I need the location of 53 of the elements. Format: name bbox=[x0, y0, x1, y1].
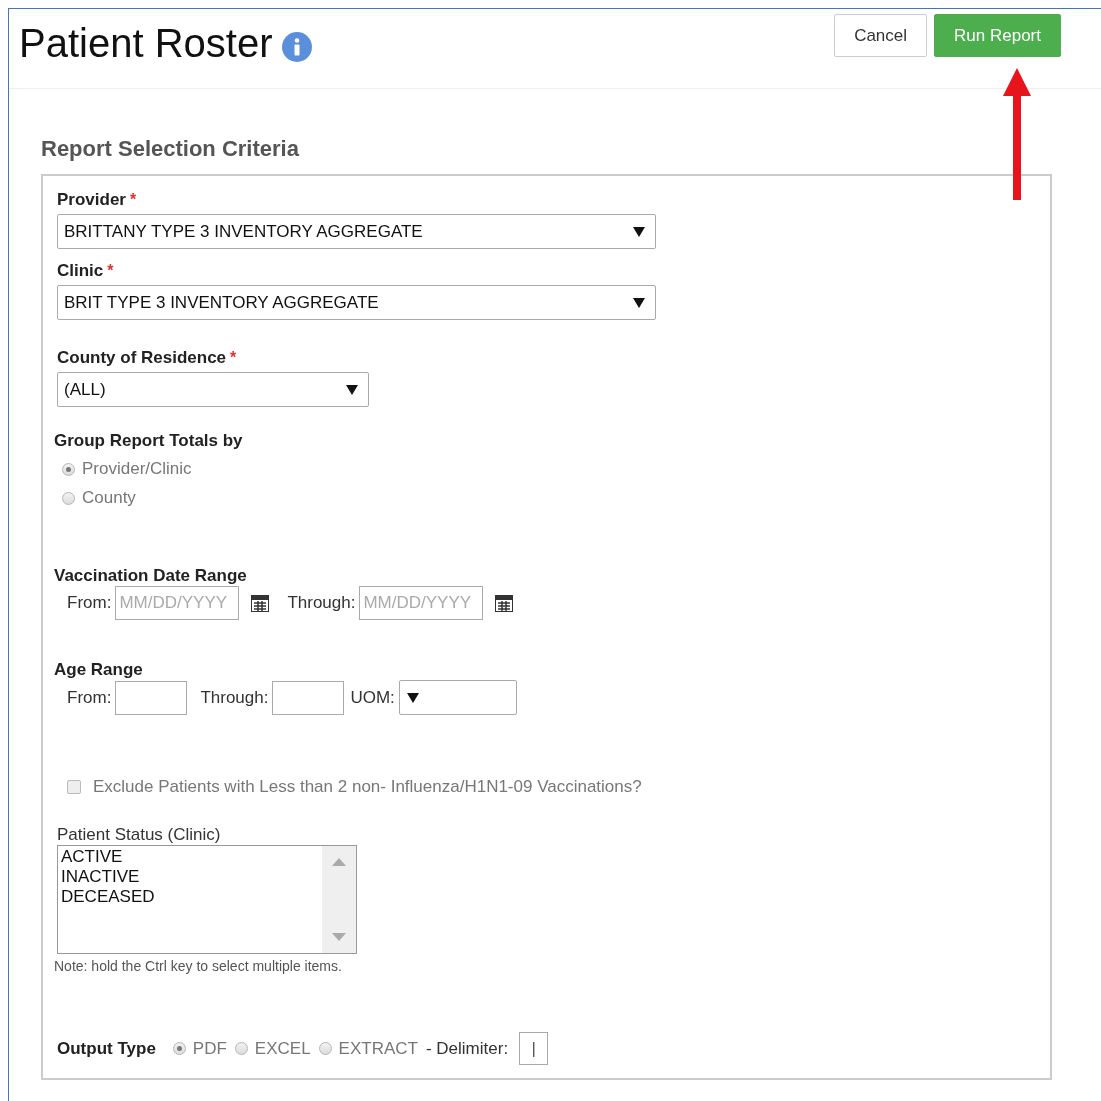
field-label: Provider bbox=[57, 190, 126, 210]
required-mark: * bbox=[230, 349, 237, 367]
info-icon[interactable] bbox=[282, 31, 313, 62]
help-note: Note: hold the Ctrl key to select multiple items. bbox=[54, 958, 343, 974]
age-field[interactable] bbox=[272, 680, 345, 715]
through-label: Through: bbox=[287, 593, 356, 613]
caret-icon bbox=[632, 296, 646, 309]
dropdown[interactable] bbox=[398, 680, 517, 715]
radio-label: Provider/Clinic bbox=[82, 459, 192, 479]
cancel-button[interactable]: Cancel bbox=[834, 14, 928, 57]
caret-icon bbox=[405, 691, 420, 704]
calendar-icon[interactable] bbox=[251, 594, 270, 612]
checkbox-label: Exclude Patients with Less than 2 non- Influenza/H1N1-09 Vaccinations? bbox=[93, 777, 642, 797]
radio-label: PDF bbox=[192, 1038, 227, 1059]
list-item[interactable]: DECEASED bbox=[61, 887, 319, 907]
list-item[interactable]: ACTIVE bbox=[61, 847, 319, 867]
section-title: Report Selection Criteria bbox=[41, 136, 300, 162]
group-label: Age Range bbox=[54, 660, 144, 680]
listbox-label: Patient Status (Clinic) bbox=[57, 825, 222, 845]
caret-icon bbox=[345, 383, 359, 396]
radio-button[interactable] bbox=[172, 1042, 186, 1055]
uom-label: UOM: bbox=[350, 687, 395, 708]
list-item[interactable]: INACTIVE bbox=[61, 867, 319, 887]
field-label: Clinic bbox=[57, 261, 104, 281]
required-mark: * bbox=[107, 262, 114, 280]
required-mark: * bbox=[130, 191, 137, 209]
radio-label: EXCEL bbox=[254, 1038, 311, 1059]
from-label: From: bbox=[67, 687, 112, 708]
delimiter-label: - Delimiter: bbox=[425, 1038, 509, 1059]
field-label: County of Residence bbox=[57, 348, 227, 368]
checkbox[interactable] bbox=[67, 780, 81, 794]
dropdown[interactable]: (ALL) bbox=[57, 372, 369, 407]
dropdown[interactable]: BRITTANY TYPE 3 INVENTORY AGGREGATE bbox=[57, 214, 656, 249]
dropdown[interactable]: BRIT TYPE 3 INVENTORY AGGREGATE bbox=[57, 285, 656, 320]
radio-label: County bbox=[82, 488, 136, 508]
radio-button[interactable] bbox=[318, 1042, 332, 1055]
calendar-icon[interactable] bbox=[495, 594, 514, 612]
delimiter-field[interactable]: | bbox=[519, 1032, 549, 1065]
scroll-up-icon[interactable] bbox=[332, 858, 346, 866]
output-type-label: Output Type bbox=[57, 1038, 156, 1059]
radio-button[interactable] bbox=[62, 491, 75, 505]
radio-button[interactable] bbox=[234, 1042, 248, 1055]
from-label: From: bbox=[67, 593, 112, 613]
group-label: Group Report Totals by bbox=[54, 431, 244, 451]
caret-icon bbox=[632, 225, 646, 238]
page-title: Patient Roster bbox=[19, 21, 273, 66]
radio-label: EXTRACT bbox=[338, 1038, 418, 1059]
age-field[interactable] bbox=[115, 680, 188, 715]
radio-button[interactable] bbox=[62, 462, 75, 476]
status-listbox[interactable]: ACTIVE INACTIVE DECEASED bbox=[57, 845, 357, 954]
group-label: Vaccination Date Range bbox=[54, 566, 248, 586]
through-label: Through: bbox=[200, 687, 269, 708]
scroll-down-icon[interactable] bbox=[332, 933, 346, 941]
